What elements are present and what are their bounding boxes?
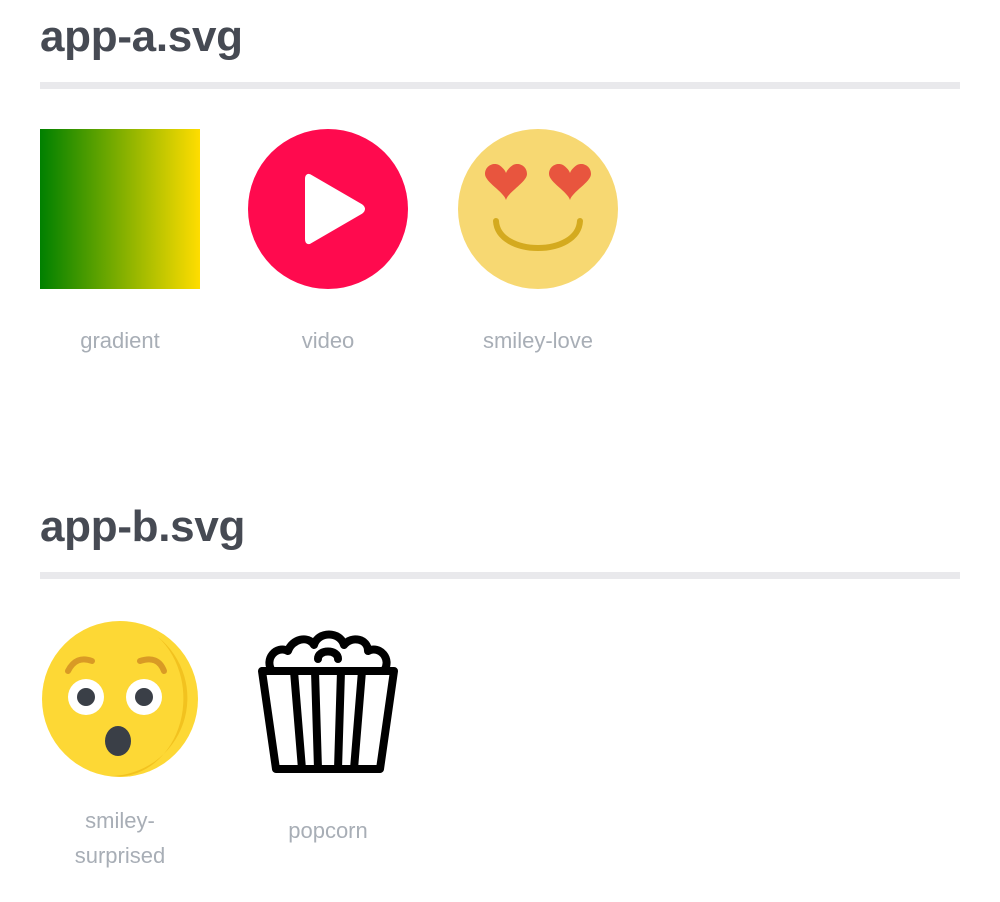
icon-label: gradient [80,328,160,353]
icon-grid: gradient video smiley-love [40,89,960,389]
icon-card-gradient[interactable]: gradient [40,129,200,358]
icon-label: smiley-surprised [74,808,166,868]
smiley-love-icon [458,129,618,289]
icon-label: popcorn [288,818,368,843]
section-divider [40,572,960,579]
section-title: app-a.svg [40,12,243,61]
icon-card-popcorn[interactable]: popcorn [248,619,408,848]
section-divider [40,82,960,89]
icon-label: smiley-love [482,328,594,353]
icon-grid: smiley-surprised popcorn [40,579,960,879]
video-play-icon [248,129,408,289]
icon-card-video[interactable]: video [248,129,408,358]
section-app-b: app-b.svg smiley-surprised popcorn [40,490,960,879]
section-title: app-b.svg [40,502,246,551]
section-app-a: app-a.svg gradient video smiley-love [40,0,960,389]
icon-card-smiley-surprised[interactable]: smiley-surprised [40,619,200,873]
popcorn-icon [258,630,398,773]
gradient-icon [40,129,200,289]
smiley-surprised-icon [42,621,199,778]
icon-card-smiley-love[interactable]: smiley-love [458,129,618,358]
icon-label: video [301,328,355,353]
